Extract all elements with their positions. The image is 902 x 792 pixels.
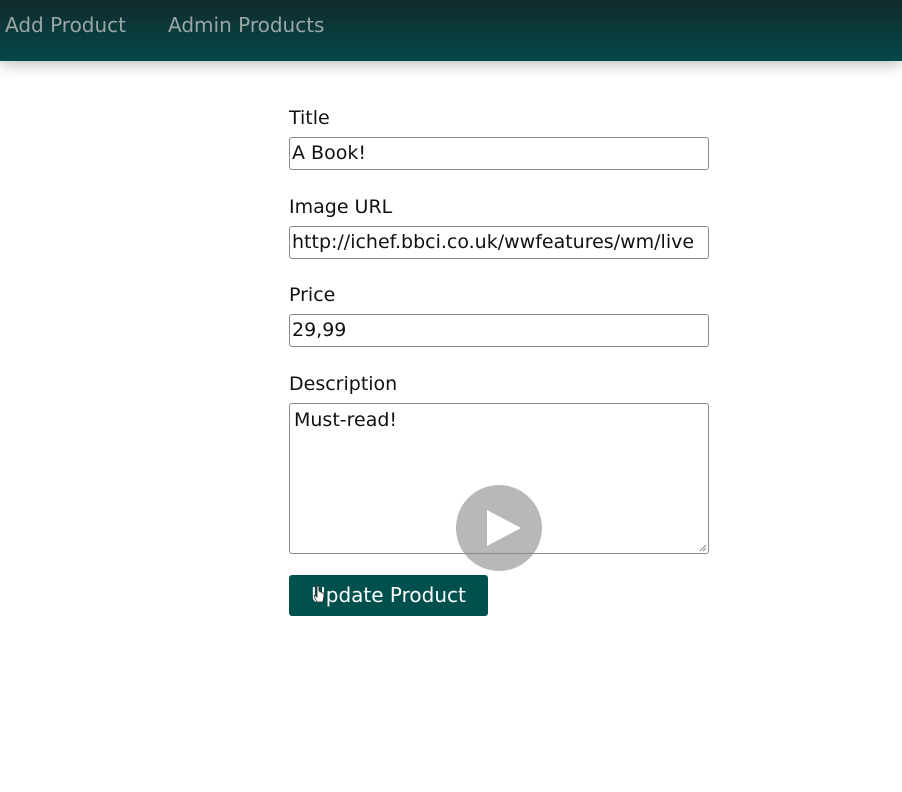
image-url-input[interactable]: http://ichef.bbci.co.uk/wwfeatures/wm/li…: [289, 226, 709, 259]
price-label: Price: [289, 284, 336, 306]
title-input[interactable]: A Book!: [289, 137, 709, 170]
price-input[interactable]: 29,99: [289, 314, 709, 347]
nav-add-product-link[interactable]: Add Product: [5, 12, 126, 38]
description-label: Description: [289, 373, 398, 395]
image-url-label: Image URL: [289, 196, 393, 218]
title-label: Title: [289, 107, 330, 129]
play-triangle-shape: [487, 510, 521, 546]
hand-cursor-icon: [313, 585, 325, 603]
play-icon[interactable]: [456, 485, 542, 571]
nav-admin-products-link[interactable]: Admin Products: [168, 12, 324, 38]
resize-handle-icon[interactable]: [699, 544, 707, 552]
main-nav: Add Product Admin Products: [5, 12, 366, 38]
description-text: Must-read!: [294, 409, 398, 431]
top-navigation-bar: Add Product Admin Products: [0, 0, 902, 61]
